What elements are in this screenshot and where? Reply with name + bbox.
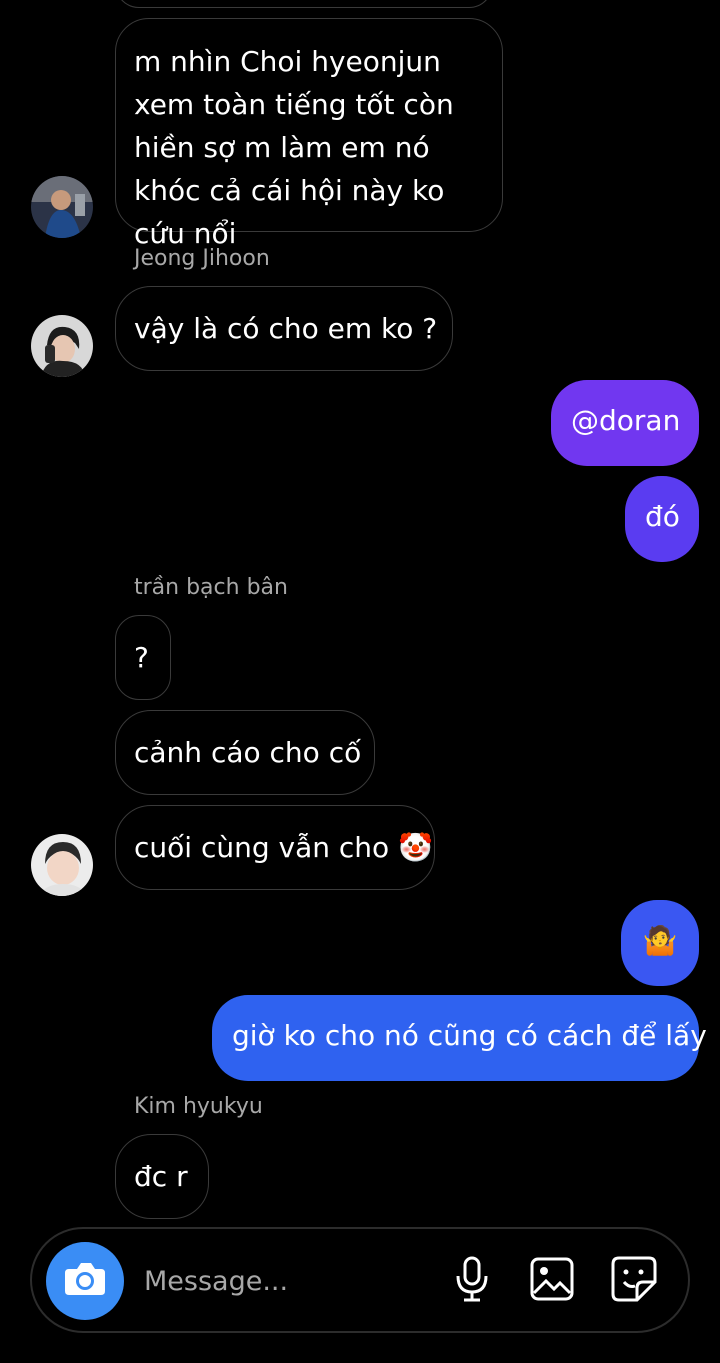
message-composer <box>30 1227 690 1333</box>
message-bubble-incoming[interactable]: cảnh cáo cho cố <box>115 710 375 795</box>
camera-button[interactable] <box>46 1242 124 1320</box>
message-bubble-outgoing[interactable]: giờ ko cho nó cũng có cách để lấy <box>212 995 707 1081</box>
message-bubble-incoming[interactable]: m nhìn Choi hyeonjun xem toàn tiếng tốt … <box>115 18 503 250</box>
message-text: 🤷 <box>642 924 678 957</box>
message-text: ? <box>134 641 149 674</box>
message-input[interactable] <box>144 1259 434 1303</box>
sticker-button[interactable] <box>610 1256 658 1306</box>
message-text: cảnh cáo cho cố <box>134 736 362 769</box>
gallery-button[interactable] <box>528 1257 576 1305</box>
image-icon <box>530 1257 574 1305</box>
sticker-icon <box>611 1256 657 1306</box>
message-text: đc r <box>134 1160 188 1193</box>
message-bubble-outgoing[interactable]: đó <box>625 476 699 562</box>
message-bubble-incoming[interactable]: vậy là có cho em ko ? <box>115 286 453 371</box>
message-text: m nhìn Choi hyeonjun xem toàn tiếng tốt … <box>134 45 454 250</box>
microphone-icon <box>452 1256 492 1306</box>
sender-name: trần bạch bân <box>134 575 288 600</box>
message-text: vậy là có cho em ko ? <box>134 312 438 345</box>
avatar[interactable] <box>31 176 93 238</box>
message-bubble-incoming[interactable]: đc r <box>115 1134 209 1219</box>
message-text: đó <box>645 500 680 533</box>
sender-name: Jeong Jihoon <box>134 246 270 271</box>
previous-message-bubble-edge <box>115 0 493 8</box>
message-bubble-incoming[interactable]: ? <box>115 615 171 700</box>
message-text: cuối cùng vẫn cho 🤡 <box>134 831 433 864</box>
message-text: giờ ko cho nó cũng có cách để lấy <box>232 1019 707 1052</box>
message-bubble-outgoing[interactable]: @doran <box>551 380 699 466</box>
avatar[interactable] <box>31 834 93 896</box>
message-bubble-incoming[interactable]: cuối cùng vẫn cho 🤡 <box>115 805 435 890</box>
microphone-button[interactable] <box>448 1256 496 1306</box>
sender-name: Kim hyukyu <box>134 1094 263 1119</box>
message-bubble-outgoing[interactable]: 🤷 <box>621 900 699 986</box>
avatar[interactable] <box>31 315 93 377</box>
camera-icon <box>63 1261 107 1301</box>
message-text: @doran <box>571 404 681 437</box>
